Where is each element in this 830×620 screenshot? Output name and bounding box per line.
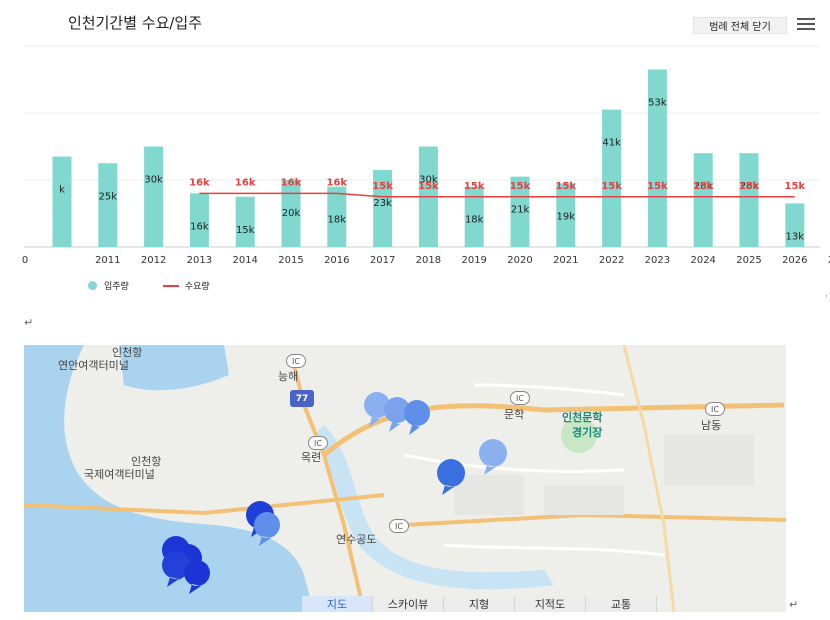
chart-svg: k 0 25k 2011 30k 2012 16k 2013 15k 2014 20k 2015 18k… (22, 45, 830, 265)
legend-line-swatch (162, 284, 179, 287)
x-tick-2024: 2024 (690, 255, 715, 265)
map-label-namdong: 남동 (701, 419, 722, 432)
map-type-tabs: 지도 스카이뷰 지형 지적도 교통 (302, 596, 657, 612)
return-mark-icon: ↵ (789, 598, 799, 611)
map-view[interactable]: 인천항 연안여객터미널 IC 능해 77 IC 문학 인천문학 경기장 IC 남… (24, 345, 786, 612)
map-tab-terrain[interactable]: 지형 (444, 596, 515, 612)
map-tab-traffic[interactable]: 교통 (586, 596, 657, 612)
x-tick-2015: 2015 (278, 255, 303, 265)
map-label-yeonsu: 연수공도 (336, 533, 377, 546)
bar-label-2012: 30k (144, 175, 163, 186)
ic-badge: IC (308, 436, 328, 450)
map-label-munhak: 문학 (504, 408, 525, 421)
line-label-2016: 16k (327, 177, 348, 188)
legend-bar-swatch (88, 281, 97, 290)
line-label-2014: 16k (235, 177, 256, 188)
bar-2014 (235, 196, 255, 247)
bar-label-2019: 18k (465, 215, 484, 226)
line-label-2020: 15k (510, 181, 531, 192)
legend-toggle-button[interactable]: 범례 전체 닫기 (693, 17, 787, 34)
map-tab-cadastral[interactable]: 지적도 (515, 596, 586, 612)
x-tick-2014: 2014 (232, 255, 257, 265)
bar-label-2010: k (59, 185, 65, 196)
ic-badge: IC (389, 519, 409, 533)
map-tab-map[interactable]: 지도 (302, 596, 373, 612)
legend-line-label[interactable]: 수요량 (185, 279, 210, 292)
map-label-munhak-stadium-1: 인천문학 (562, 411, 603, 424)
x-tick-2019: 2019 (461, 255, 486, 265)
map-label-intl-terminal: 국제여객터미널 (84, 468, 155, 481)
bar-2012 (144, 146, 164, 247)
ic-badge: IC (705, 402, 725, 416)
road-number-badge: 77 (290, 390, 314, 407)
x-tick-2023: 2023 (645, 255, 670, 265)
chart-legend[interactable]: 입주량 수요량 (88, 279, 210, 292)
line-label-2021: 15k (556, 181, 577, 192)
line-label-2026: 15k (785, 181, 806, 192)
line-label-2017: 15k (372, 181, 393, 192)
x-tick-2018: 2018 (416, 255, 441, 265)
legend-bar-label[interactable]: 입주량 (104, 279, 129, 292)
map-marker-group-1[interactable] (364, 392, 430, 435)
map-label-neunghae: 능해 (278, 370, 299, 383)
x-tick-2026: 2026 (782, 255, 807, 265)
line-label-2018: 15k (418, 181, 439, 192)
bar-label-2020: 21k (511, 205, 530, 216)
bar-2023 (647, 69, 667, 247)
x-tick-2022: 2022 (599, 255, 624, 265)
x-tick-2011: 2011 (95, 255, 120, 265)
x-tick-2012: 2012 (141, 255, 166, 265)
bar-label-2015: 20k (282, 208, 301, 219)
bar-2024 (693, 153, 713, 247)
x-tick-2013: 2013 (187, 255, 212, 265)
bar-2022 (602, 109, 622, 248)
chart-title: 인천기간별 수요/입주 (68, 14, 203, 32)
line-label-2022: 15k (601, 181, 622, 192)
bar-label-2013: 16k (190, 221, 209, 232)
line-label-2025: 15k (739, 181, 760, 192)
line-label-2013: 16k (189, 177, 210, 188)
map-tab-skyview[interactable]: 스카이뷰 (373, 596, 444, 612)
menu-icon[interactable] (797, 18, 815, 32)
bar-label-2011: 25k (99, 191, 118, 202)
map-label-munhak-stadium-2: 경기장 (572, 426, 603, 439)
map-label-okryeon: 옥련 (301, 451, 322, 464)
line-label-2015: 16k (281, 177, 302, 188)
bar-label-2017: 23k (373, 198, 392, 209)
bar-2013 (189, 193, 209, 247)
bar-label-2022: 41k (602, 138, 621, 149)
x-tick-2020: 2020 (507, 255, 532, 265)
bar-label-2016: 18k (328, 215, 347, 226)
line-label-2024: 15k (693, 181, 714, 192)
x-tick-2021: 2021 (553, 255, 578, 265)
bar-2011 (98, 163, 118, 247)
bar-label-2023: 53k (648, 97, 667, 108)
bar-label-2021: 19k (557, 211, 576, 222)
line-label-2019: 15k (464, 181, 485, 192)
x-tick-2010: 0 (22, 255, 28, 265)
x-tick-2017: 2017 (370, 255, 395, 265)
return-mark-icon: ↵ (24, 316, 34, 329)
bar-2010 (52, 156, 72, 247)
bar-label-2026: 13k (786, 231, 805, 242)
bar-label-2014: 15k (236, 225, 255, 236)
ic-badge: IC (510, 391, 530, 405)
line-label-2023: 15k (647, 181, 668, 192)
small-mark: · (825, 292, 828, 302)
x-tick-2016: 2016 (324, 255, 349, 265)
ic-badge: IC (286, 354, 306, 368)
bar-2025 (739, 153, 759, 247)
x-tick-2025: 2025 (736, 255, 761, 265)
map-label-coastal-terminal: 연안여객터미널 (58, 359, 129, 372)
